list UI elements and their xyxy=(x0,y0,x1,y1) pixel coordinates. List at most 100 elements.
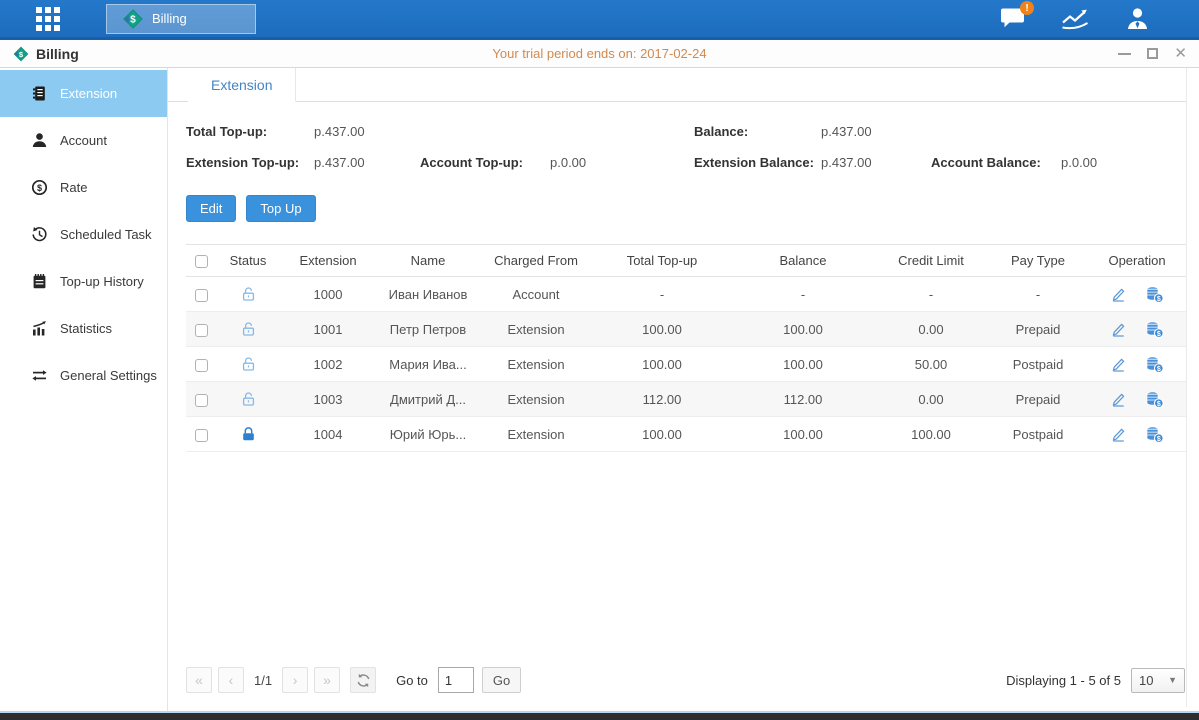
scheduled-task-icon xyxy=(31,226,48,243)
minimize-button[interactable] xyxy=(1118,53,1131,55)
cell-name: Дмитрий Д... xyxy=(376,382,480,417)
statistics-icon xyxy=(31,320,48,337)
column-header: Total Top-up xyxy=(592,245,732,277)
pagination-bar: « ‹ 1/1 › » Go to Go Displaying 1 - 5 of… xyxy=(186,667,1185,693)
cell-pay-type: - xyxy=(988,277,1088,312)
lock-open-icon xyxy=(240,355,257,370)
cell-extension: 1001 xyxy=(280,312,376,347)
sidebar-item-rate[interactable]: $Rate xyxy=(0,164,167,211)
next-page-button[interactable]: › xyxy=(282,667,308,693)
edit-button[interactable]: Edit xyxy=(186,195,236,222)
taskbar-app-label: Billing xyxy=(152,11,187,26)
user-account-icon[interactable] xyxy=(1124,7,1151,31)
cell-extension: 1004 xyxy=(280,417,376,452)
sidebar-item-label: Extension xyxy=(60,86,117,101)
close-button[interactable]: ✕ xyxy=(1174,48,1187,59)
sidebar-item-account[interactable]: Account xyxy=(0,117,167,164)
go-button[interactable]: Go xyxy=(482,667,521,693)
edit-row-icon[interactable] xyxy=(1110,321,1127,338)
topup-row-icon[interactable]: $ xyxy=(1145,286,1164,303)
row-checkbox[interactable] xyxy=(195,289,208,302)
page-size-select[interactable]: 10 ▼ xyxy=(1131,668,1185,693)
taskbar-billing-button[interactable]: $ Billing xyxy=(106,4,256,34)
svg-text:$: $ xyxy=(1157,295,1161,302)
rate-icon: $ xyxy=(31,179,48,196)
edit-row-icon[interactable] xyxy=(1110,286,1127,303)
select-all-checkbox[interactable] xyxy=(195,255,208,268)
sidebar-item-scheduled-task[interactable]: Scheduled Task xyxy=(0,211,167,258)
billing-app-icon: $ xyxy=(121,7,145,31)
topup-row-icon[interactable]: $ xyxy=(1145,391,1164,408)
edit-row-icon[interactable] xyxy=(1110,391,1127,408)
goto-page-input[interactable] xyxy=(438,667,474,693)
top-up-button[interactable]: Top Up xyxy=(246,195,315,222)
summary-label: Extension Balance: xyxy=(694,155,821,170)
table-row: 1001Петр ПетровExtension100.00100.000.00… xyxy=(186,312,1186,347)
topup-row-icon[interactable]: $ xyxy=(1145,426,1164,443)
goto-label: Go to xyxy=(396,673,428,688)
cell-pay-type: Postpaid xyxy=(988,347,1088,382)
window-titlebar: $ Billing Your trial period ends on: 201… xyxy=(0,40,1199,68)
cell-charged-from: Extension xyxy=(480,347,592,382)
tab-extension[interactable]: Extension xyxy=(188,68,296,102)
sidebar-item-extension[interactable]: Extension xyxy=(0,70,167,117)
edit-row-icon[interactable] xyxy=(1110,356,1127,373)
app-grid-icon[interactable] xyxy=(36,7,60,31)
cell-charged-from: Extension xyxy=(480,382,592,417)
cell-name: Петр Петров xyxy=(376,312,480,347)
cell-total-topup: 112.00 xyxy=(592,382,732,417)
summary-label: Account Top-up: xyxy=(420,155,550,170)
edit-row-icon[interactable] xyxy=(1110,426,1127,443)
sidebar-item-general-settings[interactable]: General Settings xyxy=(0,352,167,399)
sidebar-item-label: General Settings xyxy=(60,368,157,383)
summary-value: p.0.00 xyxy=(1061,155,1186,170)
row-checkbox[interactable] xyxy=(195,429,208,442)
row-checkbox[interactable] xyxy=(195,359,208,372)
maximize-button[interactable] xyxy=(1147,48,1158,59)
lock-open-icon xyxy=(240,390,257,405)
cell-credit-limit: 100.00 xyxy=(874,417,988,452)
cell-balance: 100.00 xyxy=(732,347,874,382)
svg-text:$: $ xyxy=(130,14,136,25)
sidebar-item-top-up-history[interactable]: Top-up History xyxy=(0,258,167,305)
general-settings-icon xyxy=(31,367,48,384)
sidebar-item-label: Scheduled Task xyxy=(60,227,152,242)
cell-total-topup: - xyxy=(592,277,732,312)
column-header: Charged From xyxy=(480,245,592,277)
row-checkbox[interactable] xyxy=(195,324,208,337)
balance-summary: Total Top-up: p.437.00 Balance: p.437.00… xyxy=(186,116,1186,178)
column-header: Operation xyxy=(1088,245,1186,277)
cell-extension: 1002 xyxy=(280,347,376,382)
summary-label: Extension Top-up: xyxy=(186,155,314,170)
last-page-button[interactable]: » xyxy=(314,667,340,693)
topup-row-icon[interactable]: $ xyxy=(1145,321,1164,338)
cell-credit-limit: 0.00 xyxy=(874,312,988,347)
table-row: 1004Юрий Юрь...Extension100.00100.00100.… xyxy=(186,417,1186,452)
billing-window-icon: $ xyxy=(12,45,30,63)
statistics-chart-icon[interactable] xyxy=(1060,7,1090,31)
cell-credit-limit: - xyxy=(874,277,988,312)
svg-text:$: $ xyxy=(1157,435,1161,442)
main-panel: Extension Total Top-up: p.437.00 Balance… xyxy=(168,68,1199,711)
cell-balance: 100.00 xyxy=(732,417,874,452)
refresh-icon[interactable] xyxy=(350,667,376,693)
cell-charged-from: Account xyxy=(480,277,592,312)
cell-name: Иван Иванов xyxy=(376,277,480,312)
first-page-button[interactable]: « xyxy=(186,667,212,693)
sidebar-item-label: Statistics xyxy=(60,321,112,336)
column-header: Name xyxy=(376,245,480,277)
topup-history-icon xyxy=(31,273,48,290)
table-header-row: StatusExtensionNameCharged FromTotal Top… xyxy=(186,245,1186,277)
row-checkbox[interactable] xyxy=(195,394,208,407)
extension-icon xyxy=(31,85,48,102)
sidebar-item-label: Top-up History xyxy=(60,274,144,289)
topbar: $ Billing ! xyxy=(0,0,1199,40)
table-row: 1003Дмитрий Д...Extension112.00112.000.0… xyxy=(186,382,1186,417)
cell-name: Мария Ива... xyxy=(376,347,480,382)
messages-icon[interactable]: ! xyxy=(999,7,1026,30)
sidebar-item-label: Account xyxy=(60,133,107,148)
cell-balance: 100.00 xyxy=(732,312,874,347)
prev-page-button[interactable]: ‹ xyxy=(218,667,244,693)
topup-row-icon[interactable]: $ xyxy=(1145,356,1164,373)
sidebar-item-statistics[interactable]: Statistics xyxy=(0,305,167,352)
